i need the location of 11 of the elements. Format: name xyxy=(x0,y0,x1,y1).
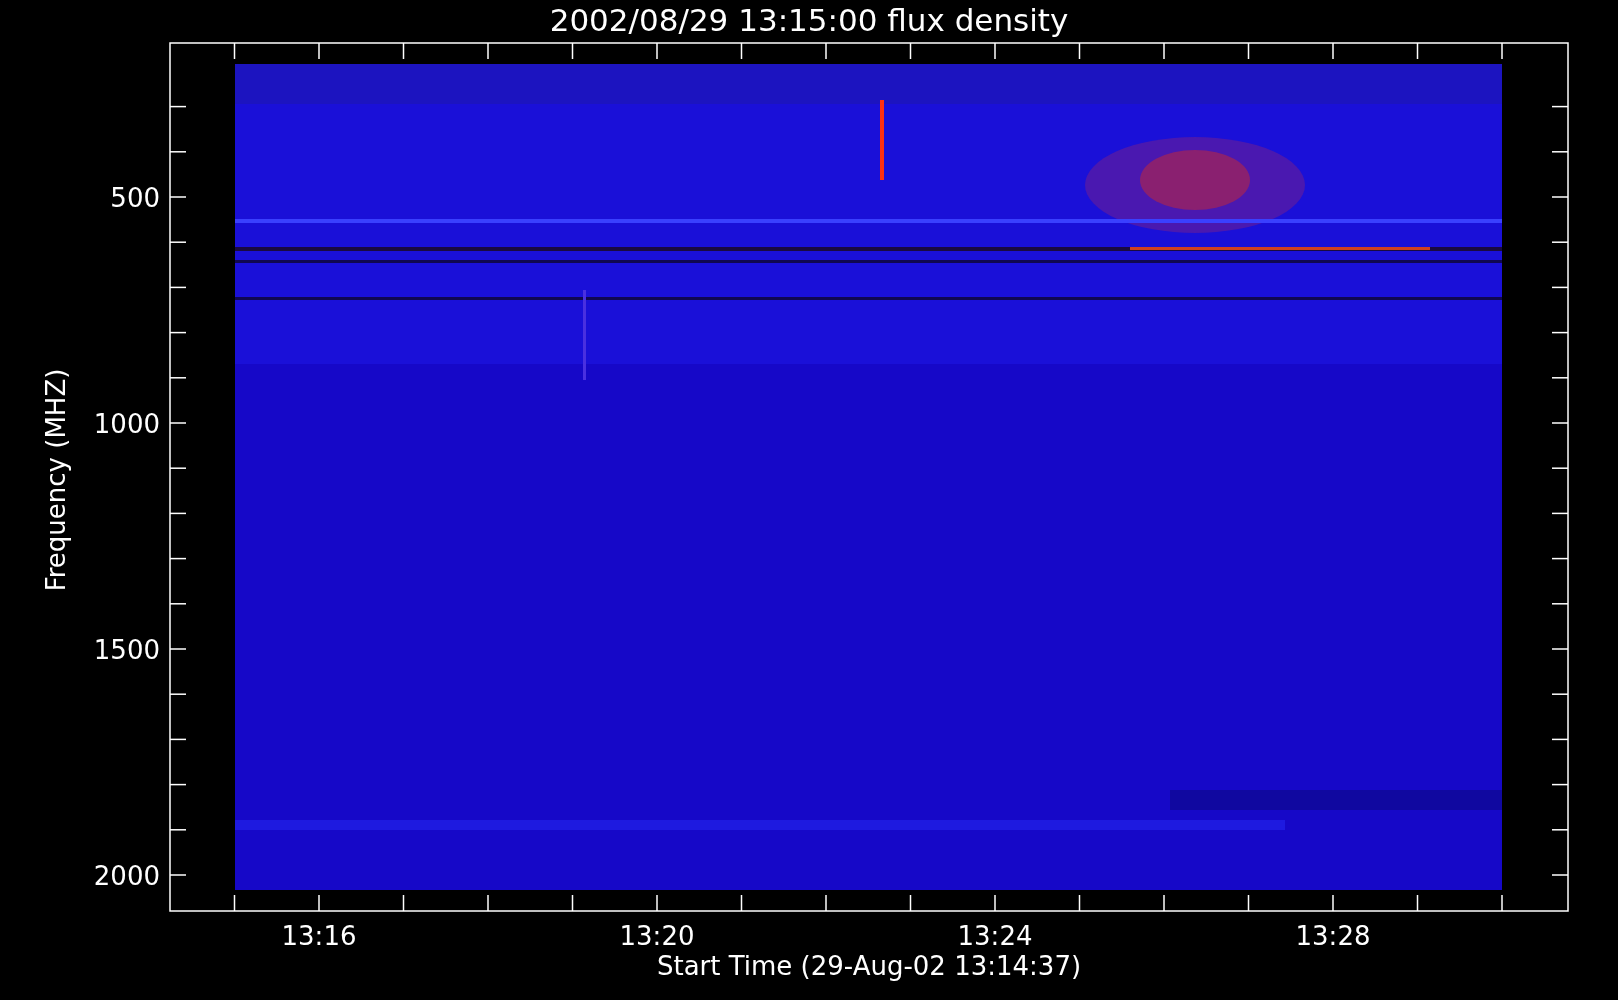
y-tick-label: 1500 xyxy=(93,635,160,665)
x-tick-label: 13:16 xyxy=(281,921,357,951)
x-tick-label: 13:20 xyxy=(619,921,695,951)
y-tick-label: 1000 xyxy=(93,409,160,439)
x-tick-label: 13:28 xyxy=(1295,921,1371,951)
x-axis-label: Start Time (29-Aug-02 13:14:37) xyxy=(656,951,1082,981)
y-tick-label: 2000 xyxy=(93,861,160,891)
y-axis-label: Frequency (MHZ) xyxy=(41,368,71,592)
plot-title: 2002/08/29 13:15:00 flux density xyxy=(549,2,1069,38)
y-tick-label: 500 xyxy=(110,183,160,213)
x-tick-label: 13:24 xyxy=(957,921,1033,951)
